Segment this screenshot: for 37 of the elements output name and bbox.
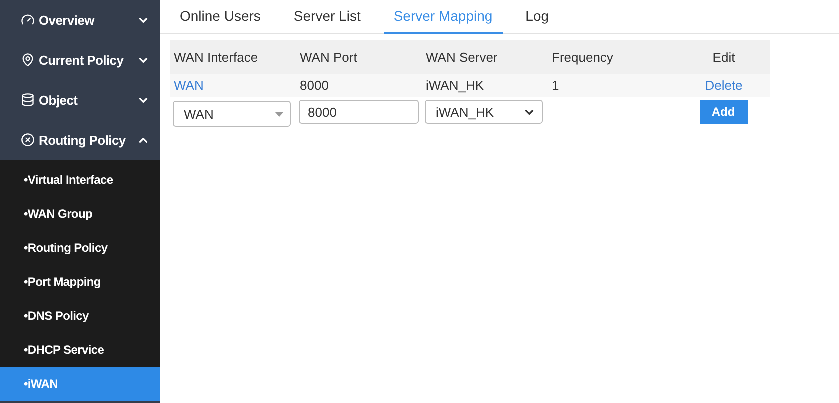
- submenu-item[interactable]: •Virtual Interface: [0, 163, 160, 197]
- add-button[interactable]: Add: [700, 100, 748, 124]
- submenu-item[interactable]: •Routing Policy: [0, 231, 160, 265]
- dropdown-icon: [275, 112, 284, 116]
- nav-item[interactable]: Overview: [0, 0, 160, 40]
- table-cell: 8000: [296, 74, 422, 97]
- interface-link[interactable]: WAN: [170, 74, 296, 97]
- column-header: Edit: [674, 40, 770, 74]
- tab[interactable]: Online Users: [170, 0, 271, 34]
- tab[interactable]: Server List: [284, 0, 371, 34]
- interface-select[interactable]: WAN: [173, 101, 291, 127]
- nav-label: Routing Policy: [39, 132, 127, 148]
- submenu-item[interactable]: •Port Mapping: [0, 265, 160, 299]
- nav-item[interactable]: Current Policy: [0, 40, 160, 80]
- nav-label: Object: [39, 92, 79, 108]
- tab[interactable]: Log: [516, 0, 560, 34]
- table-cell: iWAN_HK: [422, 74, 548, 97]
- column-header: WAN Interface: [170, 40, 296, 74]
- submenu-item[interactable]: •iWAN: [0, 367, 160, 401]
- database-icon: [21, 93, 35, 107]
- circle-cross-icon: [21, 133, 35, 147]
- column-header: WAN Port: [296, 40, 422, 74]
- nav-item[interactable]: Routing Policy: [0, 120, 160, 160]
- port-input[interactable]: 8000: [299, 100, 419, 124]
- nav-item[interactable]: Object: [0, 80, 160, 120]
- nav-label: Overview: [39, 12, 96, 28]
- submenu-item[interactable]: •DNS Policy: [0, 299, 160, 333]
- delete-link[interactable]: Delete: [674, 74, 770, 97]
- submenu-item[interactable]: •WAN Group: [0, 197, 160, 231]
- gauge-icon: [21, 13, 35, 27]
- map-pin-icon: [21, 53, 35, 67]
- column-header: Frequency: [548, 40, 674, 74]
- table-cell: 1: [548, 74, 674, 97]
- nav-label: Current Policy: [39, 52, 125, 68]
- submenu-item[interactable]: •DHCP Service: [0, 333, 160, 367]
- server-select[interactable]: iWAN_HK: [425, 100, 543, 124]
- column-header: WAN Server: [422, 40, 548, 74]
